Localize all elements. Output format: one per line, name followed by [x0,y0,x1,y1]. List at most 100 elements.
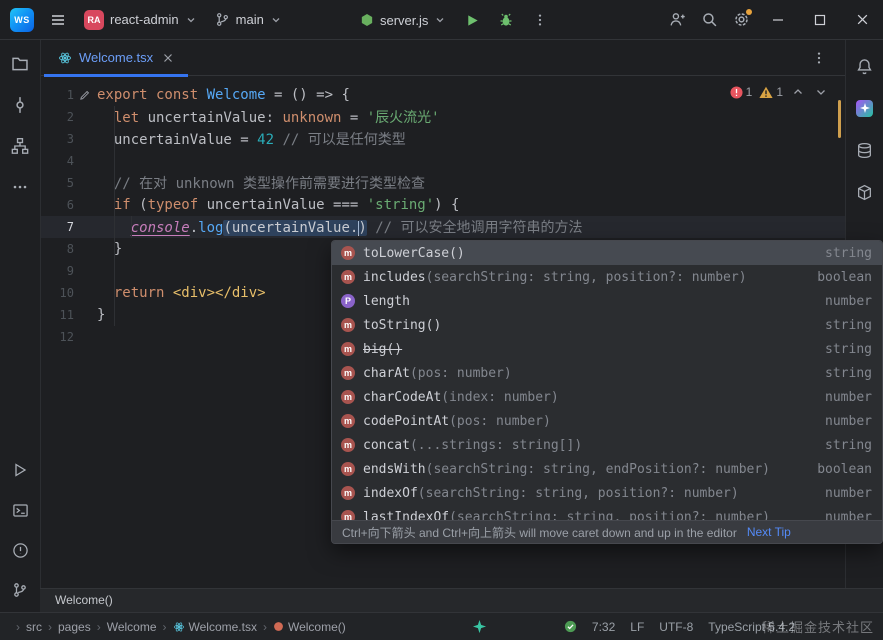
close-button[interactable] [841,0,883,40]
completion-name: charCodeAt [363,389,442,405]
breadcrumb-item[interactable]: Welcome.tsx [189,620,257,634]
close-icon [164,53,173,62]
code-line-4[interactable]: 4 [40,150,845,172]
update-badge [746,8,752,15]
minimize-button[interactable] [757,0,799,40]
run-button[interactable] [456,6,488,34]
completion-item[interactable]: m includes (searchString: string, position… [332,265,882,289]
completion-item[interactable]: m big() string [332,337,882,361]
method-icon: m [341,486,355,500]
code-line-2[interactable]: 2 let uncertainValue: unknown = '辰火流光' [40,106,845,128]
breadcrumb-separator: › [162,619,167,634]
terminal-tool-button[interactable] [6,496,34,524]
dependencies-tool-button[interactable] [851,178,879,206]
completion-item[interactable]: m lastIndexOf (searchString: string, posit… [332,505,882,520]
code-line-1[interactable]: 1 export const Welcome = () => { [40,84,845,106]
completion-name: toLowerCase() [363,245,465,261]
minimize-icon [773,18,783,21]
breadcrumb-separator: › [48,619,52,634]
line-number[interactable]: 11 [40,308,74,322]
line-number[interactable]: 9 [40,264,74,278]
tab-close-button[interactable] [160,50,176,66]
error-summary[interactable]: 1 [730,85,752,99]
line-number[interactable]: 7 [40,220,74,234]
chevron-down-icon [436,18,444,23]
line-number[interactable]: 2 [40,110,74,124]
tab-options-button[interactable] [803,44,835,72]
completion-item[interactable]: Plength number [332,289,882,313]
completion-item[interactable]: m codePointAt (pos: number) number [332,409,882,433]
scrollbar-warning-stripe[interactable] [838,100,841,138]
completion-item[interactable]: m toLowerCase() string [332,241,882,265]
vcs-branch-widget[interactable]: main [207,6,290,34]
left-tool-strip [0,40,41,612]
structure-tool-button[interactable] [6,132,34,160]
version-control-tool-button[interactable] [6,576,34,604]
project-avatar: RA [84,9,104,30]
run-tool-button[interactable] [6,456,34,484]
breadcrumb-separator: › [96,619,101,634]
method-icon: m [341,510,355,520]
completion-item[interactable]: m toString() string [332,313,882,337]
line-number[interactable]: 10 [40,286,74,300]
breadcrumb-item[interactable]: src [26,620,42,634]
maximize-button[interactable] [799,0,841,40]
settings-button[interactable] [725,6,757,34]
tab-welcome-tsx[interactable]: Welcome.tsx [44,40,189,77]
code-line-6[interactable]: 6 if (typeof uncertainValue === 'string'… [40,194,845,216]
completion-item[interactable]: m charAt (pos: number) string [332,361,882,385]
completion-item[interactable]: m indexOf (searchString: string, position?… [332,481,882,505]
breadcrumb-item[interactable]: Welcome() [288,620,346,634]
completion-type: string [825,437,872,453]
completion-type: string [825,365,872,381]
main-menu-button[interactable] [42,6,74,34]
next-tip-link[interactable]: Next Tip [747,525,791,539]
project-name: react-admin [110,12,179,27]
more-tool-windows-button[interactable] [6,173,34,201]
completion-params: (searchString: string, position?: number… [417,485,739,501]
commit-icon [16,97,24,113]
line-number[interactable]: 5 [40,176,74,190]
breadcrumb-item[interactable]: pages [58,620,91,634]
warning-summary[interactable]: 1 [759,85,783,99]
inspections-widget[interactable]: 1 1 [730,84,829,100]
run-configuration-widget[interactable]: server.js [352,6,454,34]
next-problem-button[interactable] [813,84,829,100]
database-tool-button[interactable] [851,136,879,164]
completion-item[interactable]: m charCodeAt (index: number) number [332,385,882,409]
prev-problem-button[interactable] [790,84,806,100]
code-text: uncertainValue = 42 // 可以是任何类型 [97,132,406,148]
status-bar: › src › pages › Welcome › Welcome.tsx › Welcome()… [0,612,883,640]
chevron-down-icon [187,17,195,22]
code-with-me-button[interactable] [661,6,693,34]
line-number[interactable]: 4 [40,154,74,168]
debug-button[interactable] [490,6,522,34]
problems-tool-button[interactable] [6,536,34,564]
line-number[interactable]: 1 [40,88,74,102]
project-widget[interactable]: RA react-admin [76,6,205,34]
branch-icon [216,13,228,26]
encoding-widget[interactable]: UTF-8 [659,620,693,634]
search-everywhere-button[interactable] [693,6,725,34]
completion-params: (pos: number) [409,365,512,381]
line-separator-widget[interactable]: LF [630,620,644,634]
more-run-actions-button[interactable] [524,6,556,34]
line-number[interactable]: 6 [40,198,74,212]
notifications-button[interactable] [851,52,879,80]
line-number[interactable]: 12 [40,330,74,344]
caret-position-widget[interactable]: 7:32 [592,620,615,634]
project-tool-button[interactable] [6,50,34,78]
ai-assistant-button[interactable] [851,94,879,122]
breadcrumb-item[interactable]: Welcome [107,620,157,634]
code-line-7[interactable]: 7 console.log(uncertainValue.) // 可以安全地调… [40,216,845,238]
line-number[interactable]: 3 [40,132,74,146]
analysis-status-icon[interactable] [564,620,577,633]
code-line-5[interactable]: 5 // 在对 unknown 类型操作前需要进行类型检查 [40,172,845,194]
file-type-widget[interactable]: TypeScript 5.4.2 [708,620,795,634]
code-line-3[interactable]: 3 uncertainValue = 42 // 可以是任何类型 [40,128,845,150]
commit-tool-button[interactable] [6,91,34,119]
completion-item[interactable]: m endsWith (searchString: string, endPosit… [332,457,882,481]
completion-type: number [825,413,872,429]
completion-item[interactable]: m concat (...strings: string[]) string [332,433,882,457]
line-number[interactable]: 8 [40,242,74,256]
